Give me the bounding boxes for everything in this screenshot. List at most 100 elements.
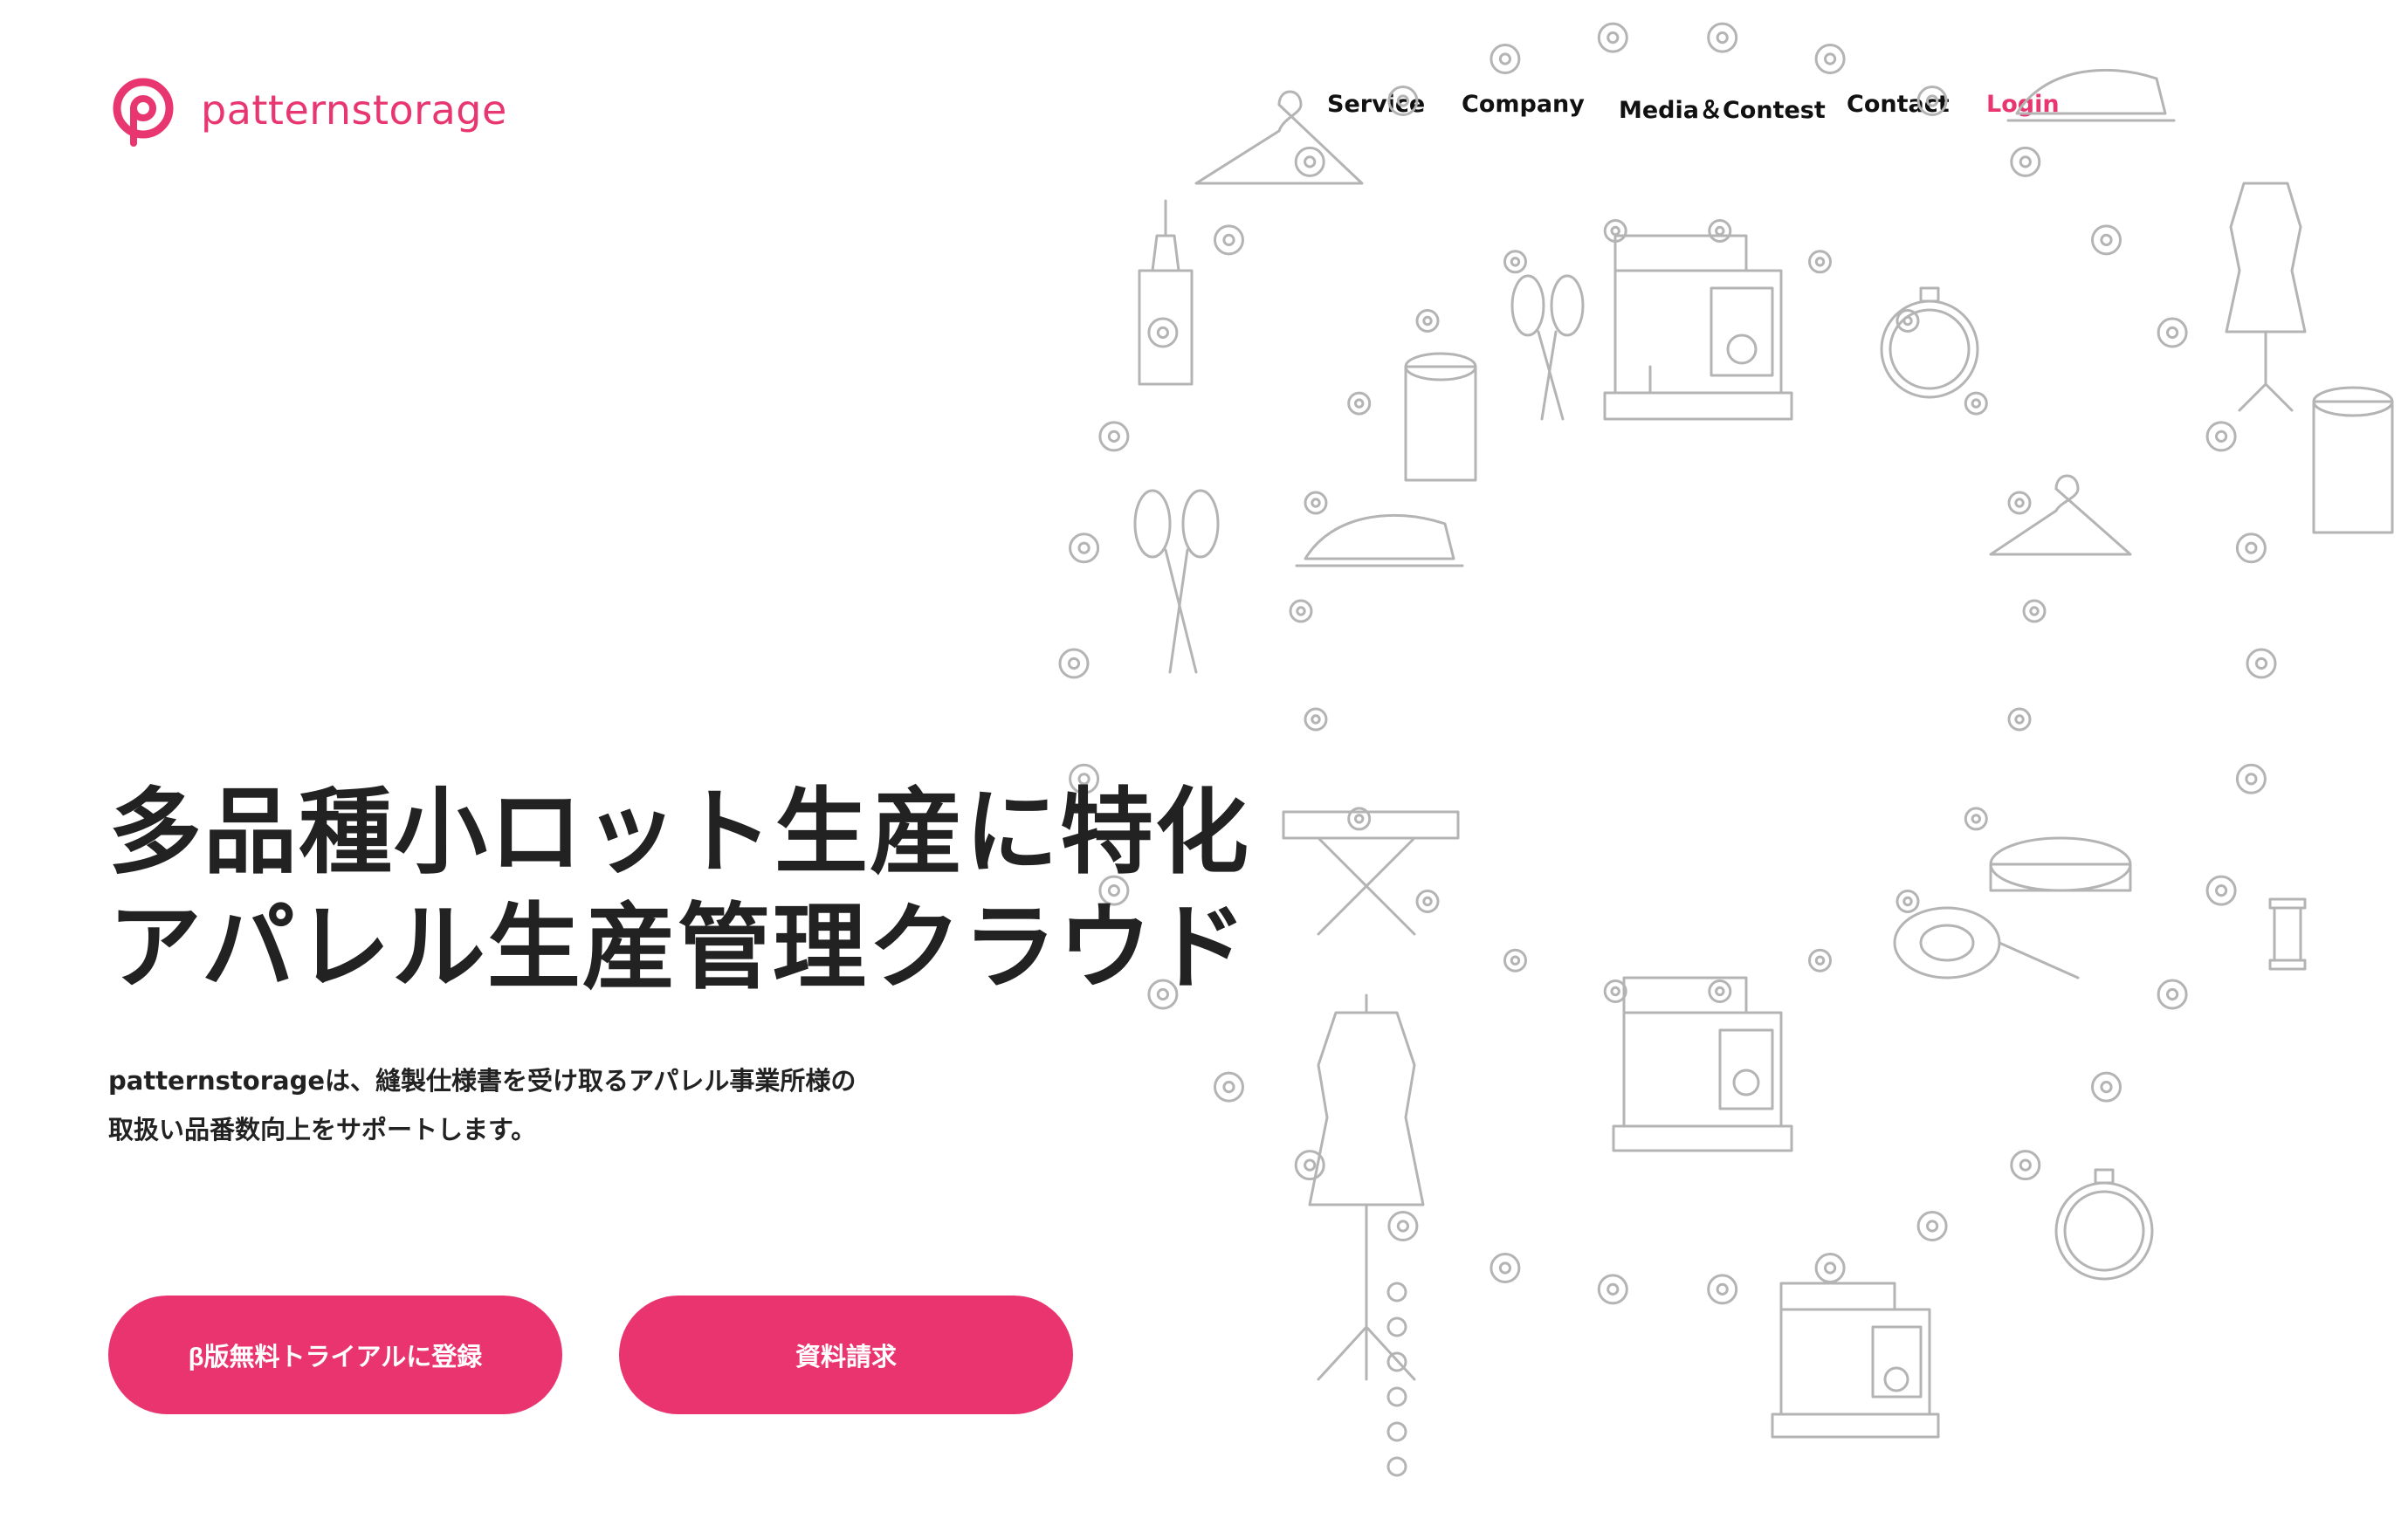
sewing-button-hole [2020, 157, 2030, 167]
sewing-button-icon [1389, 1213, 1417, 1241]
embroidery-hoop-icon-2 [2056, 1170, 2152, 1279]
sewing-button-hole [1612, 987, 1619, 994]
sewing-button-hole [1500, 1263, 1510, 1273]
sewing-button-icon [1349, 393, 1370, 414]
sewing-button-hole [2016, 499, 2023, 506]
sewing-button-hole [1511, 957, 1518, 964]
scissors-icon-2 [1512, 276, 1583, 419]
hero-description-line-1: patternstorageは、縫製仕様書を受け取るアパレル事業所様の [108, 1066, 857, 1096]
bead-icon [1388, 1318, 1406, 1336]
sewing-button-hole [2168, 327, 2178, 337]
sewing-button-icon [1599, 1275, 1627, 1303]
sewing-button-icon [1709, 1275, 1737, 1303]
sewing-button-hole [1511, 258, 1518, 265]
sewing-button-hole [2016, 716, 2023, 723]
sewing-button-hole [1816, 258, 1823, 265]
beta-trial-signup-button[interactable]: β版無料トライアルに登録 [108, 1296, 562, 1414]
sewing-button-icon [1810, 251, 1831, 272]
sewing-button-icon [2237, 765, 2265, 793]
sewing-button-hole [1928, 96, 1937, 106]
sewing-button-hole [1928, 1221, 1937, 1231]
sewing-button-icon [1389, 87, 1417, 115]
iron-icon-2 [1297, 515, 1462, 566]
sewing-button-hole [1158, 327, 1167, 337]
sewing-button-icon [1417, 891, 1438, 912]
sewing-button-hole [1224, 235, 1234, 244]
sewing-button-icon [2207, 876, 2235, 904]
hero-title-line-2: アパレル生産管理クラウド [108, 894, 1249, 1002]
sewing-button-icon [1060, 650, 1088, 677]
hero-description: patternstorageは、縫製仕様書を受け取るアパレル事業所様の 取扱い品… [108, 1056, 856, 1154]
sewing-button-icon [2158, 980, 2186, 1008]
sewing-button-hole [2168, 989, 2178, 999]
sewing-machine-icon-2 [1613, 978, 1792, 1151]
fabric-roll-icon-2 [2314, 388, 2392, 533]
bottle-icon [1139, 201, 1192, 384]
sewing-button-icon [1505, 251, 1526, 272]
sewing-button-hole [1109, 431, 1118, 441]
brand-logo[interactable]: patternstorage [108, 73, 507, 147]
sewing-button-hole [1424, 897, 1431, 904]
sewing-button-hole [1079, 543, 1089, 553]
bead-icon [1388, 1388, 1406, 1406]
sewing-button-icon [1709, 24, 1737, 52]
sewing-button-hole [1608, 1284, 1618, 1294]
hanger-icon [1196, 92, 1362, 183]
scissors-icon [1135, 491, 1218, 672]
sewing-button-icon [2247, 650, 2275, 677]
sewing-button-hole [2217, 431, 2226, 441]
sewing-button-icon [1897, 891, 1918, 912]
dress-form-icon [1310, 995, 1423, 1379]
sewing-button-hole [1717, 33, 1727, 43]
sewing-button-hole [1398, 1221, 1407, 1231]
sewing-button-icon [1710, 981, 1730, 1002]
brand-name: patternstorage [201, 86, 507, 134]
pincushion-icon [1991, 838, 2130, 890]
sewing-button-icon [2024, 601, 2045, 622]
sewing-button-icon [2009, 709, 2030, 730]
sewing-button-hole [1612, 227, 1619, 234]
sewing-button-hole [1398, 96, 1407, 106]
sewing-button-icon [1816, 1254, 1844, 1282]
sewing-button-hole [1297, 608, 1304, 615]
sewing-button-icon [1505, 950, 1526, 971]
bead-icon [1388, 1458, 1406, 1475]
bead-icon [1388, 1423, 1406, 1440]
sewing-button-hole [1826, 1263, 1835, 1273]
sewing-button-hole [1356, 815, 1363, 822]
hero-description-line-2: 取扱い品番数向上をサポートします。 [108, 1115, 537, 1144]
hanger-icon-2 [1991, 476, 2130, 554]
sewing-button-hole [1224, 1083, 1234, 1092]
sewing-button-hole [1717, 227, 1723, 234]
sewing-button-icon [2093, 1073, 2121, 1101]
sewing-button-hole [1717, 987, 1723, 994]
sewing-button-icon [1290, 601, 1311, 622]
sewing-button-hole [2102, 235, 2111, 244]
sewing-button-hole [1904, 897, 1911, 904]
sewing-button-icon [1965, 393, 1986, 414]
embroidery-hoop-icon [1882, 288, 1978, 397]
sewing-button-hole [1972, 400, 1979, 407]
sewing-button-hole [1305, 1160, 1315, 1170]
sewing-button-hole [2246, 543, 2256, 553]
request-documents-button[interactable]: 資料請求 [619, 1296, 1073, 1414]
sewing-button-hole [1069, 658, 1078, 668]
tape-measure-icon [1895, 908, 2078, 978]
sewing-button-icon [1070, 534, 1098, 562]
sewing-button-hole [1500, 54, 1510, 64]
p-logo-icon [113, 78, 174, 147]
dress-form-icon-2 [2226, 183, 2305, 410]
sewing-button-icon [1710, 221, 1730, 242]
sewing-button-hole [2246, 774, 2256, 784]
sewing-button-hole [2217, 886, 2226, 896]
iron-icon [2008, 70, 2174, 120]
bead-icon [1388, 1283, 1406, 1301]
sewing-tools-illustration [943, 0, 2408, 1519]
hero-title: 多品種小ロット生産に特化 アパレル生産管理クラウド [108, 775, 1250, 1006]
sewing-button-icon [1215, 1073, 1243, 1101]
sewing-button-icon [2207, 423, 2235, 450]
sewing-button-icon [2237, 534, 2265, 562]
spool-icon [2270, 899, 2305, 969]
sewing-button-hole [1312, 716, 1319, 723]
sewing-button-icon [1296, 148, 1324, 175]
